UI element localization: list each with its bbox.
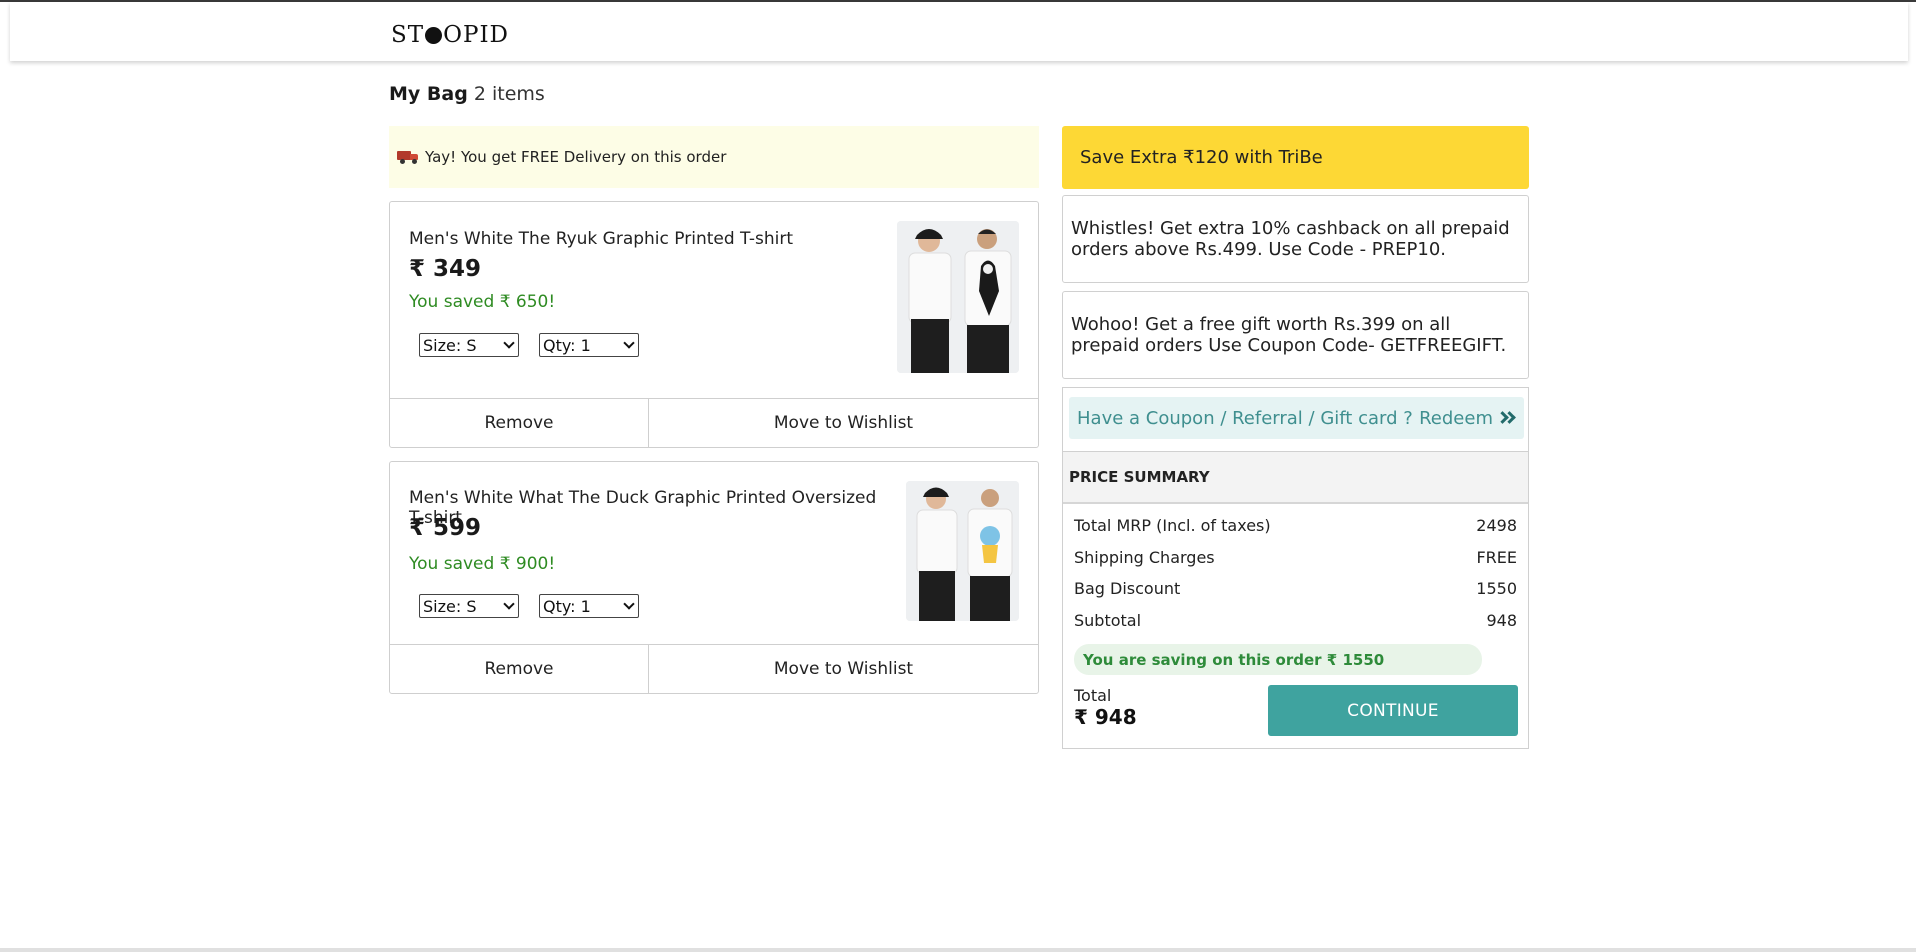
savings-badge: You are saving on this order ₹ 1550: [1074, 644, 1482, 675]
size-select-value: Size: S: [423, 335, 477, 355]
product-price: ₹ 349: [409, 256, 482, 282]
chevron-down-icon: [623, 337, 635, 349]
coupon-bar[interactable]: Have a Coupon / Referral / Gift card ? R…: [1069, 397, 1524, 439]
qty-select-value: Qty: 1: [543, 596, 591, 616]
summary-row: Subtotal 948: [1074, 611, 1517, 630]
redeem-label: Redeem: [1419, 407, 1493, 429]
bottom-border: [0, 948, 1916, 952]
free-delivery-text: Yay! You get FREE Delivery on this order: [425, 148, 727, 166]
product-image[interactable]: [906, 481, 1019, 621]
summary-row-label: Subtotal: [1074, 611, 1142, 630]
header: ST OPID: [10, 2, 1908, 61]
price-summary-heading: PRICE SUMMARY: [1063, 452, 1528, 504]
brand-logo-dot: [425, 26, 443, 44]
offer-card: Wohoo! Get a free gift worth Rs.399 on a…: [1062, 291, 1529, 379]
chevron-down-icon: [623, 598, 635, 610]
brand-logo-right: OPID: [443, 22, 509, 48]
coupon-label: Have a Coupon / Referral / Gift card ?: [1077, 407, 1413, 429]
redeem-button[interactable]: Redeem: [1419, 408, 1516, 429]
move-to-wishlist-button[interactable]: Move to Wishlist: [649, 399, 1038, 447]
remove-button[interactable]: Remove: [390, 399, 649, 447]
offer-card: Whistles! Get extra 10% cashback on all …: [1062, 195, 1529, 283]
size-select[interactable]: Size: S: [419, 333, 519, 357]
bag-item-count: 2 items: [473, 83, 545, 105]
brand-logo-left: ST: [391, 22, 425, 48]
total-value: ₹ 948: [1074, 705, 1137, 729]
continue-button[interactable]: CONTINUE: [1268, 685, 1518, 736]
size-select-value: Size: S: [423, 596, 477, 616]
summary-row-label: Total MRP (Incl. of taxes): [1074, 516, 1271, 535]
chevron-down-icon: [503, 598, 515, 610]
product-name[interactable]: Men's White What The Duck Graphic Printe…: [409, 488, 894, 528]
cart-item: Men's White What The Duck Graphic Printe…: [389, 461, 1039, 694]
free-delivery-banner: Yay! You get FREE Delivery on this order: [389, 126, 1039, 188]
product-image[interactable]: [897, 221, 1019, 373]
bag-title: My Bag: [389, 83, 468, 105]
summary-row-label: Shipping Charges: [1074, 548, 1215, 567]
brand-logo[interactable]: ST OPID: [391, 22, 509, 48]
qty-select[interactable]: Qty: 1: [539, 594, 639, 618]
summary-row: Shipping Charges FREE: [1074, 548, 1517, 567]
product-saved: You saved ₹ 900!: [409, 554, 556, 574]
summary-row-value: 2498: [1476, 516, 1517, 535]
summary-row-value: FREE: [1476, 548, 1517, 567]
cart-item: Men's White The Ryuk Graphic Printed T-s…: [389, 201, 1039, 448]
remove-button[interactable]: Remove: [390, 645, 649, 693]
summary-row-value: 948: [1486, 611, 1517, 630]
qty-select-value: Qty: 1: [543, 335, 591, 355]
coupon-section: Have a Coupon / Referral / Gift card ? R…: [1062, 387, 1529, 451]
summary-row-value: 1550: [1476, 579, 1517, 598]
summary-row: Total MRP (Incl. of taxes) 2498: [1074, 516, 1517, 535]
offer-text: Whistles! Get extra 10% cashback on all …: [1071, 218, 1510, 260]
product-price: ₹ 599: [409, 515, 482, 541]
qty-select[interactable]: Qty: 1: [539, 333, 639, 357]
item-actions: Remove Move to Wishlist: [390, 644, 1038, 693]
move-to-wishlist-button[interactable]: Move to Wishlist: [649, 645, 1038, 693]
chevron-down-icon: [503, 337, 515, 349]
product-name[interactable]: Men's White The Ryuk Graphic Printed T-s…: [409, 229, 793, 249]
size-select[interactable]: Size: S: [419, 594, 519, 618]
offer-text: Wohoo! Get a free gift worth Rs.399 on a…: [1071, 314, 1507, 356]
product-saved: You saved ₹ 650!: [409, 292, 556, 312]
item-actions: Remove Move to Wishlist: [390, 398, 1038, 447]
page-title: My Bag 2 items: [389, 83, 545, 105]
price-summary: PRICE SUMMARY Total MRP (Incl. of taxes)…: [1062, 451, 1529, 749]
tribe-banner[interactable]: Save Extra ₹120 with TriBe: [1062, 126, 1529, 189]
double-chevron-right-icon: [1496, 411, 1516, 425]
total-label: Total: [1074, 686, 1112, 705]
summary-row-label: Bag Discount: [1074, 579, 1181, 598]
summary-row: Bag Discount 1550: [1074, 579, 1517, 598]
truck-icon: [397, 150, 419, 164]
